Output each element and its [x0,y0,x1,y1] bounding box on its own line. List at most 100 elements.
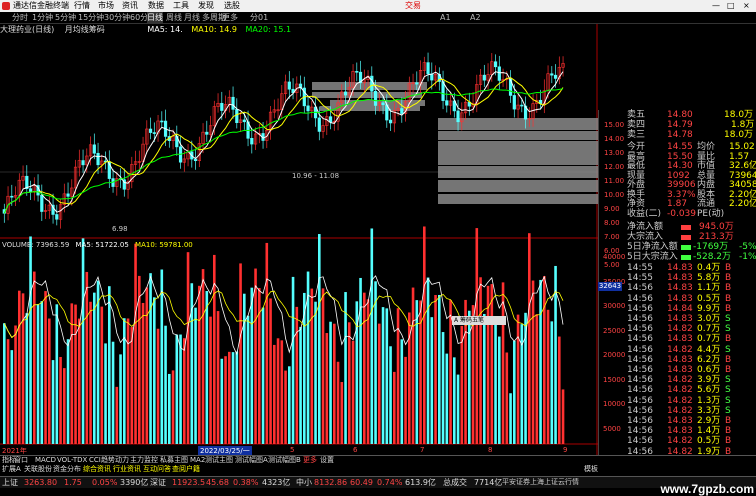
candle-body [235,109,239,123]
indicator-tab[interactable]: 趋势动力 [101,456,129,465]
volume-bar [104,343,107,444]
volume-bar [291,276,295,444]
tick-row: 14:56 14.82 3.3万 S [627,406,756,416]
candle-body [381,102,385,106]
volume-bar [505,352,509,444]
volume-header: VOLUME: 73963.59 MA5: 51722.05 MA10: 597… [2,241,193,250]
candle-body [550,73,554,76]
index-name[interactable]: 深证 [150,477,166,488]
flow-bar [681,255,691,260]
maximize-icon[interactable]: □ [727,0,735,12]
order-volume: 18.0万 [724,130,754,140]
tick-row: 14:56 14.82 3.9万 S [627,375,756,385]
volume-bar [194,307,197,444]
candle-body [220,102,224,111]
candle-body [370,75,374,92]
volume-bar [186,252,190,444]
volume-bar [535,314,539,444]
volume-bar [295,306,299,444]
candle-body [205,131,209,135]
close-icon[interactable]: × [743,0,750,12]
volume-bar [378,323,381,444]
indicator-tab[interactable]: VOL-TDX [57,456,87,465]
volume-bar [284,370,287,444]
volume-bar [183,338,186,444]
volume-bar [501,282,505,444]
volume-axis-label: 30000 [603,302,626,310]
chip-tooltip[interactable]: A 筹码五笔 [452,316,506,325]
indicator-tab[interactable]: CCI [89,456,101,465]
candle-body [355,71,359,73]
indicator-tab[interactable]: 主力监控 [130,456,158,465]
volume-bar [265,242,269,444]
index-name[interactable]: 中小 [296,477,312,488]
candle-body [287,81,291,90]
indicator-tab[interactable]: 设置 [320,456,334,465]
index-value: 8132.86 [314,478,348,487]
volume-bar [543,276,546,444]
volume-bar [321,288,325,444]
volume-bar [33,271,36,444]
x-label: 5 [290,446,295,454]
volume-bar [351,340,355,444]
volume-bar [498,336,501,444]
extension-tab[interactable]: 关联股份 [24,465,52,474]
volume-bar [550,321,554,444]
candle-body [28,188,33,192]
extension-tab[interactable]: 扩展A [2,465,21,474]
indicator-tab[interactable]: 测试幅图B [268,456,301,465]
volume-bar [516,314,520,444]
volume-bar [546,309,550,444]
indicator-tab[interactable]: MA2 [190,456,205,465]
volume-bar [400,339,404,444]
indicator-tab[interactable]: 测试主图 [205,456,233,465]
volume-bar [344,292,347,444]
extension-tab[interactable]: 综合资讯 [83,465,111,474]
tick-row: 14:56 14.83 1.4万 B [627,426,756,436]
template-tab[interactable]: 模板 [584,465,598,474]
volume-bar [224,356,227,444]
tick-row: 14:56 14.83 1.1万 B [627,283,756,293]
volume-bar [348,322,351,444]
total-turnover-label: 总成交 [443,478,467,487]
indicator-tab[interactable]: 测试幅图A [235,456,268,465]
candle-body [250,138,254,145]
candle-body [160,120,164,123]
volume-bar [558,336,561,444]
index-pct: 0.38% [233,478,259,487]
extension-tab[interactable]: 资金分布 [53,465,81,474]
volume-bar [168,373,171,444]
volume-bar [340,382,344,444]
extension-tab[interactable]: 行业资讯 [113,465,141,474]
volume-title: VOLUME: 73963.59 [2,241,70,249]
indicator-tab[interactable]: MACD [35,456,56,465]
volume-bar [336,361,340,444]
price-axis-label: 11.00 [604,177,625,185]
indicator-tab[interactable]: 窗口 [14,456,28,465]
minimize-icon[interactable]: — [712,0,720,12]
volume-bar [561,389,565,444]
chip-bar [438,153,598,165]
indicator-tab[interactable]: 私募主图 [160,456,188,465]
volume-bar [374,281,377,444]
volume-bar [108,286,111,444]
price-axis-label: 15.00 [604,121,625,129]
x-label: 9 [563,446,568,454]
volume-bar [66,339,70,444]
volume-bar [494,319,497,444]
extension-tab[interactable]: 查阅户籍 [172,465,200,474]
tick-row: 14:56 14.83 0.5万 B [627,294,756,304]
volume-bar [44,291,47,444]
kline-volume-chart[interactable]: 6.98 10.96 - 11.08 [0,0,598,455]
index-name[interactable]: 上证 [2,477,18,488]
volume-bar [89,301,92,444]
volume-bar [359,277,362,444]
indicator-tab[interactable]: 更多 [303,456,317,465]
volume-ma5: MA5: 51722.05 [75,241,129,249]
watermark: www.7gpzb.com [660,482,754,496]
volume-axis-label: 40000 [603,253,626,261]
volume-bar [119,354,122,444]
tick-row: 14:56 14.83 2.9万 B [627,416,756,426]
volume-bar [14,325,17,444]
extension-tab[interactable]: 互动问答 [143,465,171,474]
